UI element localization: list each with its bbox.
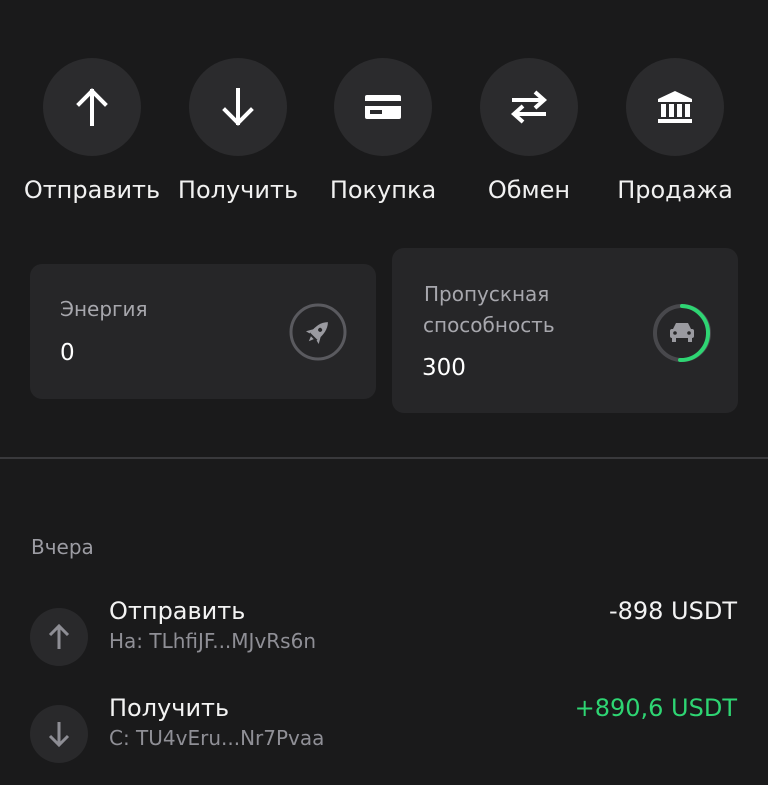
- tx-icon-circle: [30, 608, 88, 666]
- send-button[interactable]: Отправить: [17, 58, 167, 218]
- section-divider: [0, 457, 768, 459]
- buy-label: Покупка: [329, 176, 437, 204]
- bandwidth-card[interactable]: Пропускная способность 300: [392, 248, 738, 413]
- transaction-row[interactable]: Получить С: TU4vEru...Nr7Pvaa +890,6 USD…: [0, 694, 768, 785]
- arrow-up-icon: [48, 623, 70, 649]
- arrow-up-icon: [76, 88, 108, 126]
- tx-title: Получить: [109, 694, 230, 722]
- tx-icon-circle: [30, 705, 88, 763]
- receive-icon-circle: [189, 58, 287, 156]
- sell-button[interactable]: Продажа: [600, 58, 750, 218]
- receive-button[interactable]: Получить: [163, 58, 313, 218]
- buy-button[interactable]: Покупка: [308, 58, 458, 218]
- bandwidth-title-line2: способность: [423, 313, 555, 337]
- swap-arrows-icon: [510, 90, 548, 124]
- bandwidth-ring: [653, 304, 711, 363]
- swap-button[interactable]: Обмен: [454, 58, 604, 218]
- bank-icon: [658, 91, 692, 123]
- energy-card[interactable]: Энергия 0: [30, 264, 376, 399]
- buy-icon-circle: [334, 58, 432, 156]
- history-date-label: Вчера: [31, 535, 94, 559]
- tx-address: На: TLhfiJF...MJvRs6n: [109, 629, 316, 653]
- bandwidth-title-line1: Пропускная: [424, 282, 550, 306]
- arrow-down-icon: [222, 88, 254, 126]
- tx-amount: -898 USDT: [608, 597, 737, 625]
- arrow-down-icon: [48, 722, 70, 748]
- tx-amount: +890,6 USDT: [574, 694, 737, 722]
- receive-label: Получить: [177, 176, 299, 204]
- swap-label: Обмен: [487, 176, 571, 204]
- send-label: Отправить: [23, 176, 161, 204]
- send-icon-circle: [43, 58, 141, 156]
- transaction-row[interactable]: Отправить На: TLhfiJF...MJvRs6n -898 USD…: [0, 597, 768, 688]
- energy-title: Энергия: [60, 297, 148, 321]
- sell-icon-circle: [626, 58, 724, 156]
- car-icon: [670, 323, 694, 342]
- energy-value: 0: [60, 340, 75, 366]
- tx-title: Отправить: [109, 597, 246, 625]
- card-icon: [365, 95, 401, 119]
- swap-icon-circle: [480, 58, 578, 156]
- rocket-icon: [289, 303, 347, 361]
- tx-address: С: TU4vEru...Nr7Pvaa: [109, 726, 325, 750]
- bandwidth-value: 300: [422, 355, 466, 381]
- sell-label: Продажа: [617, 176, 733, 204]
- quick-actions: Отправить Получить Покупка Обмен Продажа: [0, 58, 768, 218]
